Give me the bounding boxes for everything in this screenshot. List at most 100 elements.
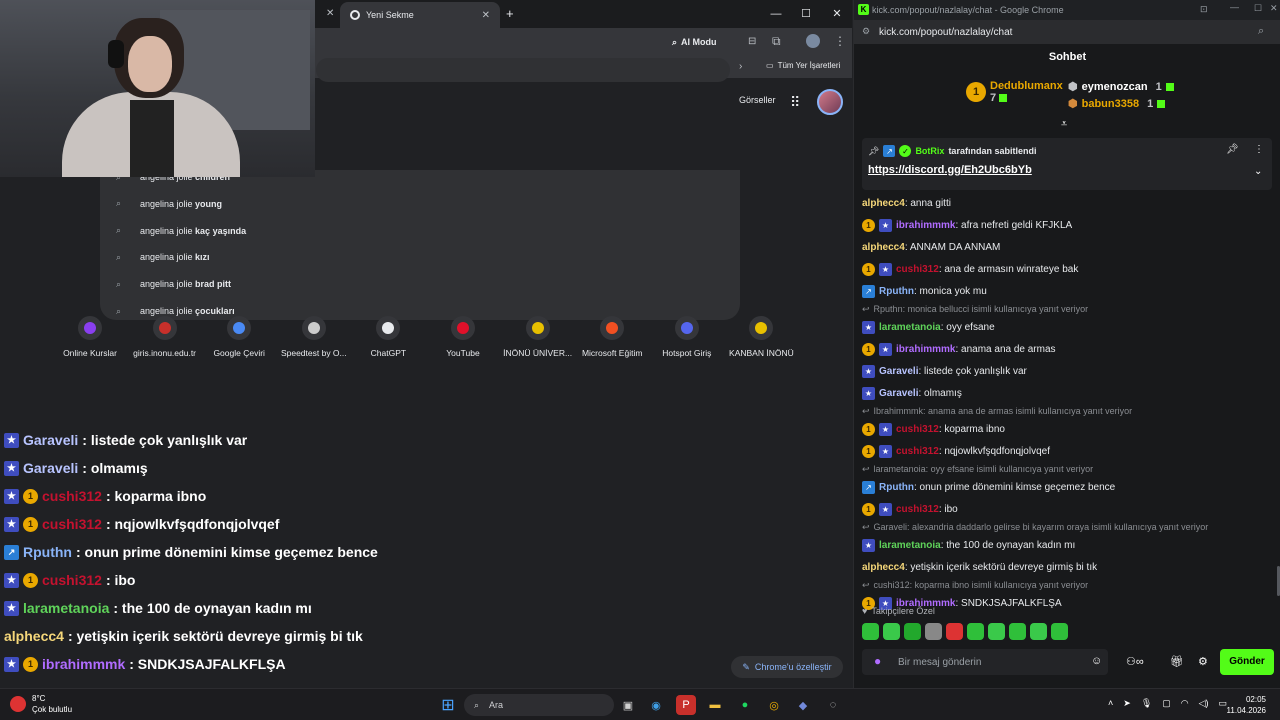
omnibox[interactable] [316,58,730,82]
app-p-icon[interactable]: P [676,695,696,715]
chat-username[interactable]: ibrahimmmk [896,344,955,355]
chat-username[interactable]: Garaveli [879,388,918,399]
emote-icon[interactable] [1009,623,1026,640]
shortcut-tile[interactable]: Online Kurslar [53,316,127,358]
taskbar-app-icon[interactable]: ◌ [823,695,843,715]
prev-tab-close-icon[interactable]: ✕ [326,8,334,19]
chat-username[interactable]: larametanoia [879,322,941,333]
search-suggestion[interactable]: ⌕ angelina jolie kaç yaşında [116,218,246,244]
chat-message[interactable]: 1 ★ cushi312: koparma ibno [862,418,1272,440]
emote-icon[interactable] [967,623,984,640]
tray-device-icon[interactable]: ▢ [1162,698,1171,709]
address-bar[interactable]: kick.com/popout/nazlalay/chat [854,20,1280,44]
start-windows-icon[interactable]: ⊞ [438,695,458,715]
weather-widget[interactable]: 8°C Çok bulutlu [10,693,72,715]
chat-message[interactable]: ★ larametanoia: the 100 de oynayan kadın … [862,534,1272,556]
maximize-icon[interactable]: ☐ [791,4,821,24]
chat-message[interactable]: 1 ★ cushi312: ibo [862,498,1272,520]
chat-message[interactable]: 1 ★ ibrahimmmk: afra nefreti geldi KFJKLA [862,214,1272,236]
emote-icon[interactable] [862,623,879,640]
shortcut-tile[interactable]: İNÖNÜ ÜNİVER... [501,316,575,358]
emote-icon[interactable] [946,623,963,640]
emote-icon[interactable] [1051,623,1068,640]
spotify-icon[interactable]: ● [735,695,755,715]
shortcut-tile[interactable]: KANBAN İNÖNÜ [724,316,798,358]
emote-icon[interactable] [904,623,921,640]
close-window-icon[interactable]: ✕ [1270,3,1278,14]
kicks-icon[interactable]: ⚇∞ [1126,655,1144,668]
gift-shop-icon[interactable]: 🎁︎ [1170,655,1184,668]
bookmarks-chevron-icon[interactable]: › [739,61,742,72]
chat-message[interactable]: 1 ★ cushi312: nqjowlkvfşqdfonqjolvqef [862,440,1272,462]
all-bookmarks-link[interactable]: ▭ Tüm Yer İşaretleri [766,61,840,70]
new-tab-plus-icon[interactable]: + [506,6,514,21]
more-menu-icon[interactable]: ⋮ [834,34,846,48]
extensions-icon[interactable]: ⧉ [772,34,781,49]
emote-icon[interactable] [988,623,1005,640]
search-suggestion[interactable]: ⌕ angelina jolie kızı [116,244,210,270]
maximize-icon[interactable]: ☐ [1254,3,1262,14]
search-suggestion[interactable]: ⌕ angelina jolie young [116,191,222,217]
shortcut-tile[interactable]: Speedtest by O... [277,316,351,358]
chat-message[interactable]: alphecc4: yetişkin içerik sektörü devrey… [862,556,1272,578]
zoom-search-icon[interactable]: ⌕ [1258,25,1264,38]
emote-icon[interactable] [1030,623,1047,640]
images-link[interactable]: Görseller [739,95,776,105]
chat-username[interactable]: alphecc4 [862,198,905,209]
share-icon[interactable]: ⊡ [1200,4,1208,15]
tab-new-tab[interactable]: Yeni Sekme ✕ [340,2,500,28]
chat-username[interactable]: ibrahimmmk [896,220,955,231]
minimize-icon[interactable]: — [761,4,791,24]
minimize-icon[interactable]: — [1230,2,1239,12]
chat-username[interactable]: cushi312 [896,504,939,515]
top-gifter-1[interactable]: 1 Dedublumanx 7 [966,80,1063,104]
search-suggestion[interactable]: ⌕ angelina jolie brad pitt [116,271,231,297]
discord-icon[interactable]: ◆ [793,695,813,715]
profile-avatar[interactable] [806,34,820,48]
emote-icon[interactable] [925,623,942,640]
tab-search-icon[interactable]: ⊟ [748,36,756,47]
chat-message[interactable]: alphecc4: ANNAM DA ANNAM [862,236,1272,258]
collapse-gifters-icon[interactable]: ⩡ [1061,118,1067,131]
task-view-icon[interactable]: ▣ [618,695,638,715]
send-button[interactable]: Gönder [1220,649,1274,675]
google-account-avatar[interactable] [817,89,843,115]
tray-app-icon[interactable]: ➤ [1123,698,1131,709]
kick-mic-icon[interactable]: ● [874,654,881,668]
chrome-icon[interactable]: ◎ [764,695,784,715]
shortcut-tile[interactable]: Microsoft Eğitim [575,316,649,358]
chat-message[interactable]: ★ Garaveli: listede çok yanlışlık var [862,360,1272,382]
ai-mode-button[interactable]: ⌕ AI Modu [672,33,717,51]
chat-settings-icon[interactable]: ⚙ [1198,655,1208,668]
chat-message[interactable]: ★ larametanoia: oyy efsane [862,316,1272,338]
close-window-icon[interactable]: ✕ [822,4,852,24]
chat-username[interactable]: larametanoia [879,540,941,551]
chat-username[interactable]: cushi312 [896,446,939,457]
chat-username[interactable]: Rputhn [879,286,914,297]
taskbar-clock[interactable]: 02:05 11.04.2026 [1196,694,1266,716]
chat-message[interactable]: alphecc4: anna gitti [862,192,1272,214]
pinned-more-icon[interactable]: ⋮ [1254,144,1264,155]
chat-message-input[interactable]: Bir mesaj gönderin [862,649,1108,675]
site-info-icon[interactable]: ⚙ [862,26,870,37]
network-icon[interactable]: ◠ [1181,698,1189,709]
chat-username[interactable]: Garaveli [879,366,918,377]
expand-pinned-icon[interactable]: ⌄ [1254,166,1262,177]
shortcut-tile[interactable]: Hotspot Giriş [650,316,724,358]
chat-message[interactable]: ★ Garaveli: olmamış [862,382,1272,404]
shortcut-tile[interactable]: giris.inonu.edu.tr [128,316,202,358]
chat-message[interactable]: 1 ★ cushi312: ana de armasın winrateye bak [862,258,1272,280]
google-apps-icon[interactable]: ⠿ [790,94,800,111]
chat-message[interactable]: ↗ Rputhn: monica yok mu [862,280,1272,302]
shortcut-tile[interactable]: YouTube [426,316,500,358]
chat-username[interactable]: cushi312 [896,424,939,435]
shortcut-tile[interactable]: Google Çeviri [202,316,276,358]
tab-close-icon[interactable]: ✕ [482,10,490,21]
chat-message[interactable]: ↗ Rputhn: onun prime dönemini kimse geçem… [862,476,1272,498]
taskbar-search[interactable]: ⌕ Ara [464,694,614,716]
edge-icon[interactable]: ◉ [646,695,666,715]
chat-username[interactable]: Rputhn [879,482,914,493]
chat-message[interactable]: 1 ★ ibrahimmmk: anama ana de armas [862,338,1272,360]
pinned-link[interactable]: https://discord.gg/Eh2Ubc6bYb [868,164,1032,176]
customize-chrome-button[interactable]: ✎ Chrome'u özelleştir [731,656,843,678]
